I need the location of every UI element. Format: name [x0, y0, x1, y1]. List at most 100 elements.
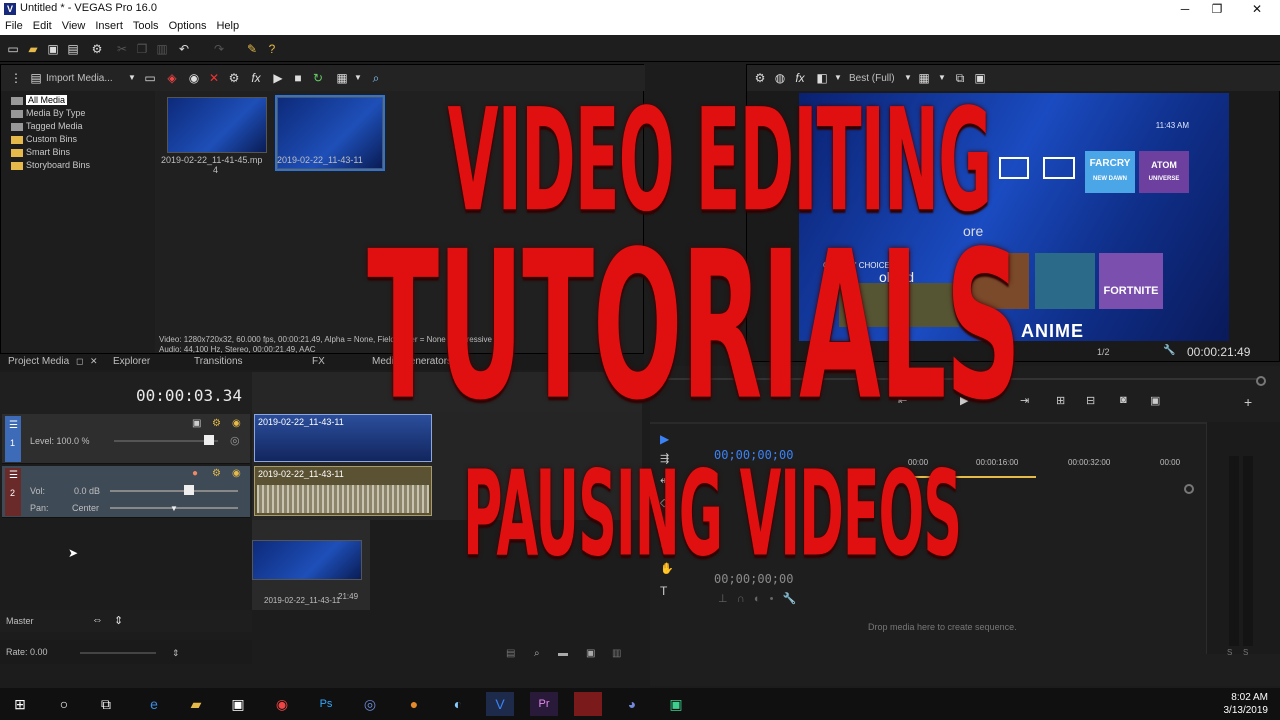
rate-slider[interactable] — [80, 652, 156, 654]
chrome-icon[interactable]: ◉ — [268, 692, 296, 716]
tree-item-custom-bins[interactable]: Custom Bins — [11, 134, 77, 144]
discord-icon[interactable]: ◕ — [618, 692, 646, 716]
solo-right-label[interactable]: S — [1243, 648, 1248, 657]
views-dropdown-icon[interactable]: ▼ — [351, 71, 365, 85]
search-icon[interactable]: ⌕ — [369, 71, 383, 85]
tree-item-media-by-type[interactable]: Media By Type — [11, 108, 85, 118]
trimmer-handle[interactable] — [1184, 484, 1194, 494]
master-env-icon[interactable]: ⇔ — [92, 614, 103, 626]
tab-explorer[interactable]: Explorer — [113, 356, 150, 367]
store-icon[interactable]: ▣ — [224, 692, 252, 716]
tab-close-icon[interactable]: ✕ — [90, 356, 98, 367]
video-track-header[interactable]: ☰ 1 ▣ ⚙ ◉ Level: 100.0 % ◎ — [2, 414, 250, 464]
file-explorer-icon[interactable]: ▰ — [182, 692, 210, 716]
track-mute-icon[interactable]: ◉ — [232, 468, 241, 479]
media-fx-icon[interactable]: fx — [249, 71, 263, 85]
trim-loop-icon[interactable]: ∩ — [737, 593, 745, 605]
level-slider[interactable] — [114, 440, 218, 442]
overwrite-icon[interactable]: ⊟ — [1086, 394, 1095, 407]
taskbar-clock[interactable]: 8:02 AM 3/13/2019 — [1224, 691, 1269, 717]
open-folder-icon[interactable]: ▰ — [26, 42, 40, 56]
task-view-icon[interactable]: ⧉ — [92, 692, 120, 716]
wrench-icon[interactable]: 🔧 — [1163, 345, 1175, 356]
storyboard-thumbnail[interactable] — [252, 540, 362, 580]
settings-gear-icon[interactable]: ⚙ — [90, 42, 104, 56]
solo-left-label[interactable]: S — [1227, 648, 1232, 657]
text-tool-icon[interactable]: T — [660, 584, 680, 606]
tab-pin-icon[interactable]: ◻ — [76, 356, 83, 367]
steam-icon[interactable]: ◎ — [356, 692, 384, 716]
windows-start-icon[interactable]: ⊞ — [6, 692, 34, 716]
arm-record-icon[interactable]: ● — [192, 468, 198, 479]
paste-icon[interactable]: ▥ — [155, 42, 169, 56]
stop-icon[interactable]: ■ — [291, 71, 305, 85]
tree-item-smart-bins[interactable]: Smart Bins — [11, 147, 70, 157]
tab-fx[interactable]: FX — [312, 356, 325, 367]
list-view-icon[interactable]: ▬ — [558, 648, 568, 659]
trim-wrench-icon[interactable]: 🔧 — [783, 593, 797, 605]
volume-slider[interactable] — [110, 490, 238, 492]
menu-edit[interactable]: Edit — [28, 18, 57, 34]
cut-icon[interactable]: ✂ — [115, 42, 129, 56]
trim-marker-icon[interactable]: • — [770, 593, 774, 605]
dropdown-arrow-icon[interactable]: ▼ — [125, 71, 139, 85]
media-player-icon[interactable]: ◐ — [444, 692, 472, 716]
audio-clip[interactable]: 2019-02-22_11-43-11 — [254, 466, 432, 516]
add-icon[interactable]: + — [1244, 394, 1252, 410]
vegas-taskbar-icon[interactable]: V — [486, 692, 514, 716]
maximize-button[interactable]: ❐ — [1198, 0, 1236, 18]
tab-project-media[interactable]: Project Media — [8, 356, 69, 367]
menu-options[interactable]: Options — [164, 18, 212, 34]
undo-icon[interactable]: ↶ — [177, 42, 191, 56]
render-icon[interactable]: ▤ — [66, 42, 80, 56]
edit-tool-icon[interactable]: ✎ — [245, 42, 259, 56]
new-sequence-icon[interactable]: ▣ — [586, 648, 595, 659]
save-icon[interactable]: ▣ — [46, 42, 60, 56]
compare-icon[interactable]: ▣ — [1150, 394, 1160, 407]
level-slider-handle[interactable] — [204, 435, 214, 445]
volume-slider-handle[interactable] — [184, 485, 194, 495]
menu-help[interactable]: Help — [211, 18, 244, 34]
copy-icon[interactable]: ❐ — [135, 42, 149, 56]
rate-stepper-icon[interactable]: ⇕ — [172, 648, 180, 659]
media-properties-icon[interactable]: ⚙ — [227, 71, 241, 85]
remove-unused-icon[interactable]: ◉ — [187, 71, 201, 85]
camera-icon[interactable]: ◙ — [1120, 394, 1127, 406]
menu-insert[interactable]: Insert — [90, 18, 128, 34]
photoshop-icon[interactable]: Ps — [312, 692, 340, 716]
track-fx-icon[interactable]: ⚙ — [212, 468, 221, 479]
track-motion-icon[interactable]: ▣ — [192, 418, 201, 429]
zoom-icon[interactable]: ⌕ — [534, 648, 540, 659]
mark-out-icon[interactable]: ⇥ — [1020, 394, 1029, 407]
menu-file[interactable]: File — [0, 18, 28, 34]
pan-slider-handle[interactable]: ▼ — [170, 504, 178, 513]
import-icon[interactable]: ▤ — [29, 71, 43, 85]
menu-tools[interactable]: Tools — [128, 18, 164, 34]
edge-browser-icon[interactable]: e — [140, 692, 168, 716]
views-icon[interactable]: ▦ — [335, 71, 349, 85]
compositing-icon[interactable]: ◎ — [230, 434, 240, 447]
help-icon[interactable]: ? — [265, 42, 279, 56]
play-icon[interactable]: ▶ — [271, 71, 285, 85]
search-cortana-icon[interactable]: ○ — [50, 692, 78, 716]
delete-icon[interactable]: ✕ — [207, 71, 221, 85]
capture-icon[interactable]: ▭ — [143, 71, 157, 85]
track-mute-icon[interactable]: ◉ — [232, 418, 241, 429]
new-project-icon[interactable]: ▭ — [6, 42, 20, 56]
close-button[interactable]: ✕ — [1238, 0, 1276, 18]
tab-transitions[interactable]: Transitions — [194, 356, 243, 367]
track-fx-icon[interactable]: ⚙ — [212, 418, 221, 429]
trim-audio-icon[interactable]: ◐ — [754, 593, 761, 605]
origin-icon[interactable]: ● — [400, 692, 428, 716]
voicemod-icon[interactable] — [574, 692, 602, 716]
track-menu-icon[interactable]: ☰ — [9, 420, 18, 431]
tree-item-tagged-media[interactable]: Tagged Media — [11, 121, 83, 131]
auto-preview-icon[interactable]: ↻ — [311, 71, 325, 85]
premiere-icon[interactable]: Pr — [530, 692, 558, 716]
trim-start-icon[interactable]: ⊥ — [718, 593, 728, 605]
trash-icon[interactable]: ▥ — [612, 648, 621, 659]
menu-view[interactable]: View — [57, 18, 91, 34]
redo-icon[interactable]: ↷ — [212, 42, 226, 56]
import-media-button[interactable]: Import Media... — [46, 73, 113, 84]
track-menu-icon[interactable]: ☰ — [9, 470, 18, 481]
